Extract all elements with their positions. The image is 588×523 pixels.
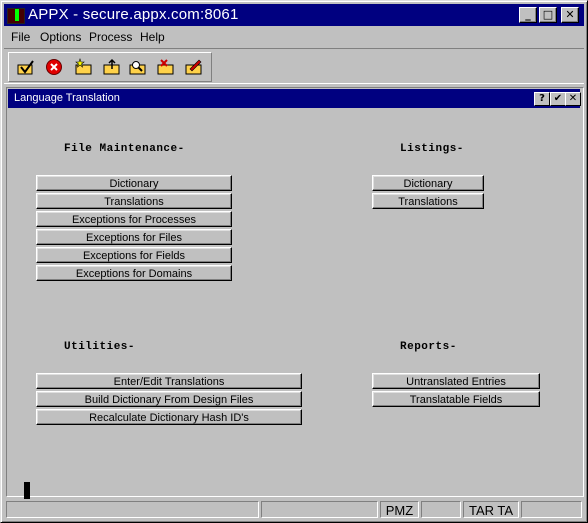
dialog-title-bar[interactable]: Language Translation ? ✔ ✕ [8,89,581,108]
status-panel-tar: TAR TA [463,501,519,518]
toolbar [4,48,584,84]
status-bar: PMZ TAR TA [4,500,584,520]
menu-help[interactable]: Help [140,30,165,44]
listing-dictionary-button[interactable]: Dictionary [372,175,484,191]
text-cursor [24,482,30,499]
enter-edit-translations-button[interactable]: Enter/Edit Translations [36,373,302,389]
ok-button[interactable]: ✔ [550,92,566,106]
status-panel-4 [421,501,461,518]
minimize-button[interactable]: _ [519,7,537,23]
listings-heading: Listings- [400,143,464,155]
help-button[interactable]: ? [534,92,550,106]
translatable-fields-button[interactable]: Translatable Fields [372,391,540,407]
cancel-icon[interactable] [45,58,63,76]
close-button[interactable]: ✕ [561,7,579,23]
window-title: APPX - secure.appx.com:8061 [28,6,239,23]
toolbar-group [8,52,212,82]
fm-exceptions-processes-button[interactable]: Exceptions for Processes [36,211,232,227]
app-window: APPX - secure.appx.com:8061 _ □ ✕ File O… [0,0,588,523]
fm-exceptions-fields-button[interactable]: Exceptions for Fields [36,247,232,263]
untranslated-entries-button[interactable]: Untranslated Entries [372,373,540,389]
star-folder-icon[interactable] [75,58,93,76]
menu-bar: File Options Process Help [4,28,584,46]
delete-folder-icon[interactable] [157,58,175,76]
status-panel-2 [261,501,378,518]
build-dictionary-button[interactable]: Build Dictionary From Design Files [36,391,302,407]
fm-exceptions-domains-button[interactable]: Exceptions for Domains [36,265,232,281]
up-folder-icon[interactable] [103,58,121,76]
edit-folder-icon[interactable] [185,58,203,76]
dialog-content: File Maintenance- Dictionary Translation… [8,109,582,499]
maximize-button[interactable]: □ [539,7,557,23]
appx-logo-icon [7,8,25,24]
fm-translations-button[interactable]: Translations [36,193,232,209]
fm-exceptions-files-button[interactable]: Exceptions for Files [36,229,232,245]
menu-process[interactable]: Process [89,30,132,44]
listing-translations-button[interactable]: Translations [372,193,484,209]
status-panel-pmz: PMZ [380,501,419,518]
search-folder-icon[interactable] [129,58,147,76]
title-bar[interactable]: APPX - secure.appx.com:8061 _ □ ✕ [4,4,584,26]
check-folder-icon[interactable] [17,58,35,76]
dialog-close-button[interactable]: ✕ [565,92,581,106]
status-panel-6 [521,501,582,518]
reports-heading: Reports- [400,341,457,353]
menu-file[interactable]: File [11,30,30,44]
status-panel-1 [6,501,259,518]
menu-options[interactable]: Options [40,30,81,44]
language-translation-window: Language Translation ? ✔ ✕ File Maintena… [6,87,584,499]
utilities-heading: Utilities- [64,341,136,353]
file-maintenance-heading: File Maintenance- [64,143,185,155]
dialog-title: Language Translation [14,92,120,104]
fm-dictionary-button[interactable]: Dictionary [36,175,232,191]
recalculate-hash-button[interactable]: Recalculate Dictionary Hash ID's [36,409,302,425]
